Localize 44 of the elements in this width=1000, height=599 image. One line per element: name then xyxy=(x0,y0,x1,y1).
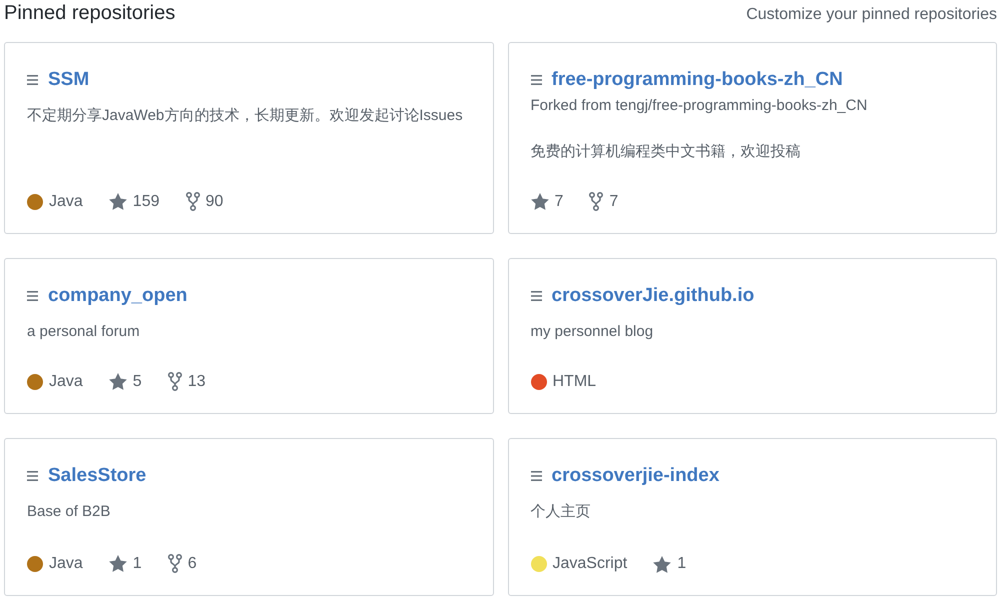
language-name: HTML xyxy=(552,373,596,391)
list-icon xyxy=(27,471,38,481)
star-icon xyxy=(653,556,672,572)
star-count[interactable]: 1 xyxy=(677,555,686,573)
section-title: Pinned repositories xyxy=(4,2,176,25)
fork-count[interactable]: 90 xyxy=(206,192,224,210)
language-name: Java xyxy=(49,372,83,390)
repository-description: 个人主页 xyxy=(530,502,592,522)
repository-description: my personnel blog xyxy=(530,322,654,342)
repository-description: 不定期分享JavaWeb方向的技术，长期更新。欢迎发起讨论Issues xyxy=(27,106,464,126)
language-name: Java xyxy=(49,554,83,572)
fork-icon xyxy=(168,554,182,573)
repository-name[interactable]: crossoverjie-index xyxy=(552,465,720,487)
repository-name[interactable]: free-programming-books-zh_CN xyxy=(552,69,843,91)
fork-count[interactable]: 13 xyxy=(188,372,206,390)
star-icon xyxy=(530,193,548,210)
repository-description: Base of B2B xyxy=(27,502,112,522)
star-count[interactable]: 5 xyxy=(132,372,142,390)
language-name: JavaScript xyxy=(552,555,628,573)
list-icon xyxy=(530,471,542,481)
forked-from-text: Forked from tengj/free-programming-books-zh_CN xyxy=(530,96,868,116)
list-icon xyxy=(530,75,542,85)
star-count[interactable]: 159 xyxy=(132,192,160,210)
star-icon xyxy=(108,373,127,390)
fork-icon xyxy=(168,372,182,391)
fork-icon xyxy=(186,192,200,211)
list-icon xyxy=(27,291,38,301)
star-count[interactable]: 7 xyxy=(554,192,564,210)
language-name: Java xyxy=(49,192,83,210)
list-icon xyxy=(530,291,542,301)
star-icon xyxy=(108,193,127,210)
repository-name[interactable]: company_open xyxy=(48,285,188,307)
repository-name[interactable]: SalesStore xyxy=(48,465,146,487)
fork-count[interactable]: 6 xyxy=(188,554,197,572)
star-icon xyxy=(108,555,127,572)
repository-description: a personal forum xyxy=(27,322,141,342)
repository-name[interactable]: SSM xyxy=(48,69,90,91)
star-count[interactable]: 1 xyxy=(132,554,142,572)
repository-description: 免费的计算机编程类中文书籍，欢迎投稿 xyxy=(530,142,802,162)
fork-count[interactable]: 7 xyxy=(609,192,618,210)
customize-link[interactable]: Customize your pinned repositories xyxy=(746,6,997,24)
list-icon xyxy=(27,75,38,85)
fork-icon xyxy=(589,192,604,211)
repository-name[interactable]: crossoverJie.github.io xyxy=(552,285,754,307)
